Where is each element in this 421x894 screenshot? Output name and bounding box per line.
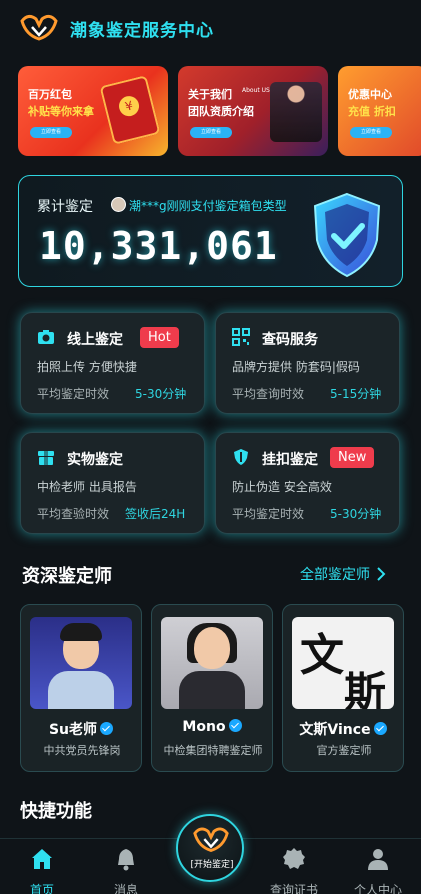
expert-face	[194, 627, 230, 669]
expert-photo	[30, 617, 132, 709]
start-appraisal-button[interactable]: [开始鉴定]	[176, 814, 244, 882]
service-desc: 拍照上传 方便快捷	[37, 360, 137, 374]
service-meta-value: 5-30分钟	[135, 387, 187, 401]
verified-icon	[373, 722, 387, 735]
expert-card[interactable]: Mono 中检集团特聘鉴定师	[151, 604, 273, 772]
banner-view-button[interactable]: 立即查看	[350, 127, 392, 138]
expert-role: 中共党员先锋岗	[43, 744, 121, 757]
banner-subtitle: 充值 折扣	[348, 105, 396, 118]
tab-label: 消息	[113, 883, 138, 894]
hot-badge: Hot	[140, 327, 179, 348]
new-badge: New	[330, 447, 375, 468]
expert-name: 文斯Vince	[299, 722, 371, 738]
tab-certificates[interactable]: 查询证书	[264, 847, 324, 894]
camera-icon	[38, 330, 54, 344]
home-icon	[32, 849, 52, 869]
expert-name: Su老师	[48, 722, 98, 738]
banner-title: 百万红包	[28, 88, 72, 101]
banner-subtitle: 补贴等你来拿	[28, 105, 94, 118]
tab-label: 查询证书	[269, 883, 318, 894]
tab-label: 首页	[29, 883, 54, 894]
all-experts-link[interactable]: 全部鉴定师	[300, 564, 386, 584]
bell-icon	[118, 849, 134, 871]
shield-icon	[234, 449, 248, 465]
total-count: 10,331,061	[39, 224, 278, 268]
expert-name-row: Mono	[152, 719, 272, 735]
banner-carousel[interactable]: 百万红包 补贴等你来拿 立即查看 关于我们 About US 团队资质介绍 立即…	[18, 66, 421, 158]
expert-role: 官方鉴定师	[316, 744, 372, 757]
banner-view-button[interactable]: 立即查看	[190, 127, 232, 138]
service-meta-label: 平均鉴定时效	[232, 507, 305, 521]
service-desc: 防止伪造 安全高效	[232, 480, 332, 494]
banner-discount[interactable]: 优惠中心 充值 折扣 立即查看	[338, 66, 421, 156]
expert-hair	[60, 623, 102, 641]
user-icon	[368, 849, 388, 870]
banner-red-packet[interactable]: 百万红包 补贴等你来拿 立即查看	[18, 66, 168, 156]
chevron-right-icon	[377, 567, 386, 581]
service-desc: 品牌方提供 防套码|假码	[232, 360, 360, 374]
expert-card[interactable]: 文 斯 文斯Vince 官方鉴定师	[282, 604, 404, 772]
start-appraisal-label: [开始鉴定]	[190, 860, 234, 870]
avatar	[111, 197, 126, 212]
all-experts-label: 全部鉴定师	[300, 567, 370, 583]
qr-scan-icon	[232, 328, 250, 346]
box-icon	[38, 451, 54, 465]
verified-icon	[228, 719, 242, 732]
service-meta-label: 平均查验时效	[37, 507, 110, 521]
experts-section-title: 资深鉴定师	[22, 566, 112, 587]
tab-home[interactable]: 首页	[12, 847, 72, 894]
tab-label: 个人中心	[353, 883, 402, 894]
app-title: 潮象鉴定服务中心	[70, 20, 214, 41]
stats-label: 累计鉴定	[37, 199, 93, 215]
banner-subtitle: 团队资质介绍	[188, 105, 254, 118]
quick-functions-title: 快捷功能	[20, 801, 92, 822]
expert-name: Mono	[182, 719, 226, 735]
tab-messages[interactable]: 消息	[96, 847, 156, 894]
expert-body	[48, 671, 114, 709]
expert-role: 中检集团特聘鉴定师	[163, 744, 263, 757]
tab-profile[interactable]: 个人中心	[348, 847, 408, 894]
expert-card[interactable]: Su老师 中共党员先锋岗	[20, 604, 142, 772]
header: 潮象鉴定服务中心	[0, 0, 421, 56]
expert-name-row: 文斯Vince	[283, 719, 403, 739]
team-photo	[270, 82, 322, 142]
banner-title: 关于我们	[188, 88, 232, 101]
calligraphy-char: 文	[300, 630, 344, 681]
expert-photo: 文 斯	[292, 617, 394, 709]
activity-ticker: 潮***g刚刚支付鉴定箱包类型	[129, 199, 287, 213]
service-meta-label: 平均鉴定时效	[37, 387, 110, 401]
service-title: 查码服务	[262, 332, 318, 348]
service-meta-value: 签收后24H	[125, 507, 186, 521]
expert-body	[179, 671, 245, 709]
banner-title-en: About US	[242, 87, 270, 94]
service-physical-appraisal[interactable]: 实物鉴定 中检老师 出具报告 平均查验时效 签收后24H	[20, 432, 205, 534]
red-packet-icon	[99, 75, 161, 145]
service-title: 实物鉴定	[67, 452, 123, 468]
app-logo-icon	[193, 827, 229, 852]
app-logo	[18, 13, 60, 43]
banner-view-button[interactable]: 立即查看	[30, 127, 72, 138]
expert-name-row: Su老师	[21, 719, 141, 739]
service-meta-value: 5-30分钟	[330, 507, 382, 521]
service-online-appraisal[interactable]: 线上鉴定 Hot 拍照上传 方便快捷 平均鉴定时效 5-30分钟	[20, 312, 205, 414]
service-meta-label: 平均查询时效	[232, 387, 305, 401]
service-code-check[interactable]: 查码服务 品牌方提供 防套码|假码 平均查询时效 5-15分钟	[215, 312, 400, 414]
service-title: 挂扣鉴定	[262, 452, 318, 468]
banner-about-us[interactable]: 关于我们 About US 团队资质介绍 立即查看	[178, 66, 328, 156]
service-title: 线上鉴定	[67, 332, 123, 348]
expert-photo	[161, 617, 263, 709]
badge-icon	[283, 848, 305, 869]
verified-icon	[100, 722, 114, 735]
banner-title: 优惠中心	[348, 88, 392, 101]
service-desc: 中检老师 出具报告	[37, 480, 137, 494]
service-meta-value: 5-15分钟	[330, 387, 382, 401]
shield-check-icon	[313, 192, 381, 278]
service-tag-appraisal[interactable]: 挂扣鉴定 New 防止伪造 安全高效 平均鉴定时效 5-30分钟	[215, 432, 400, 534]
stats-panel: 累计鉴定 潮***g刚刚支付鉴定箱包类型 10,331,061	[18, 175, 403, 287]
calligraphy-char: 斯	[344, 668, 387, 709]
